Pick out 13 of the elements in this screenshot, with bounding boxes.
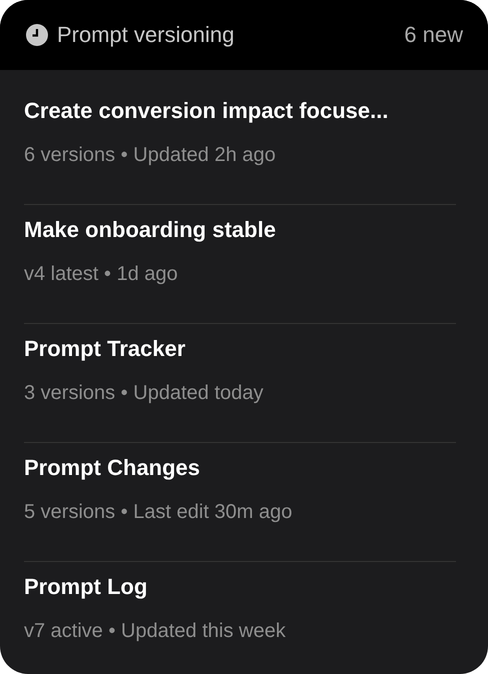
- prompt-meta: v7 active • Updated this week: [24, 619, 287, 644]
- prompt-meta: v4 latest • 1d ago: [24, 262, 179, 287]
- prompt-title[interactable]: Create conversion impact focuse...: [24, 96, 456, 126]
- prompt-title[interactable]: Prompt Changes: [24, 453, 456, 483]
- clock-icon: [26, 24, 48, 46]
- prompt-title[interactable]: Make onboarding stable: [24, 215, 456, 245]
- prompt-meta: 3 versions • Updated today: [24, 381, 264, 406]
- prompt-meta: 6 versions • Updated 2h ago: [24, 143, 277, 168]
- prompt-title[interactable]: Prompt Tracker: [24, 334, 456, 364]
- panel-title: Prompt versioning: [57, 22, 234, 48]
- prompt-meta: 5 versions • Last edit 30m ago: [24, 500, 294, 525]
- new-count: 6 new: [404, 22, 463, 48]
- prompt-title[interactable]: Prompt Log: [24, 572, 456, 602]
